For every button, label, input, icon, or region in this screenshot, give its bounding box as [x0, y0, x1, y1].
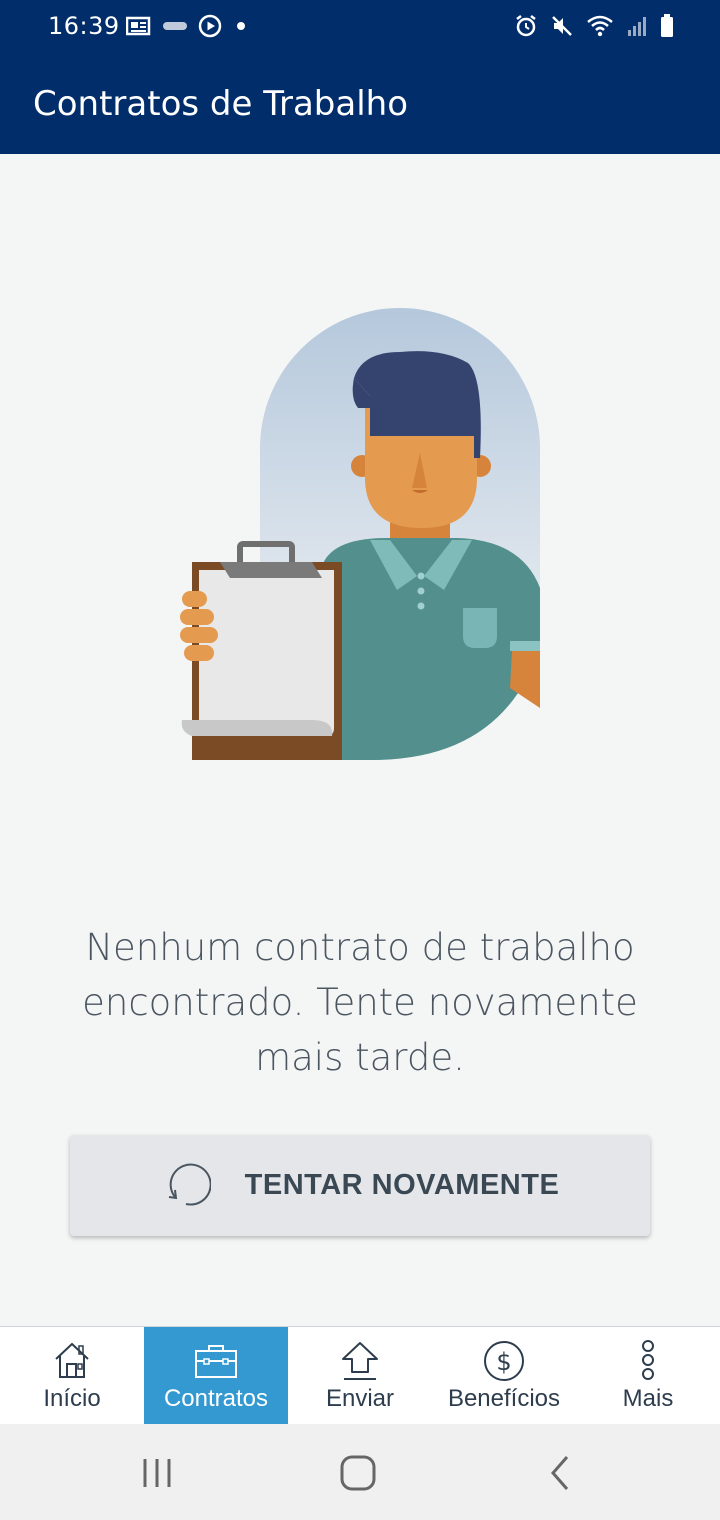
upload-arrow-icon — [338, 1339, 382, 1383]
person-with-clipboard-illustration — [180, 308, 540, 760]
nav-label: Mais — [622, 1385, 674, 1412]
status-right-icons — [514, 14, 674, 42]
signal-icon — [626, 14, 648, 42]
refresh-icon — [161, 1159, 212, 1213]
recent-apps-button[interactable] — [127, 1448, 187, 1498]
news-icon — [125, 16, 152, 40]
nav-label: Enviar — [325, 1385, 395, 1412]
play-circle-icon — [198, 14, 222, 42]
retry-button[interactable]: TENTAR NOVAMENTE — [70, 1135, 650, 1236]
retry-label: TENTAR NOVAMENTE — [244, 1169, 560, 1201]
nav-item-enviar[interactable]: Enviar — [288, 1327, 432, 1425]
more-vertical-icon — [638, 1339, 658, 1383]
home-system-button[interactable] — [328, 1448, 388, 1498]
mute-icon — [550, 14, 574, 42]
gopay-icon — [162, 18, 188, 38]
app-bar: Contratos de Trabalho — [0, 56, 720, 154]
page-title: Contratos de Trabalho — [33, 84, 408, 124]
wifi-icon — [586, 14, 614, 42]
recent-apps-icon — [143, 1459, 171, 1487]
status-bar: 16:39 — [0, 0, 720, 56]
nav-label: Início — [43, 1385, 101, 1412]
nav-item-mais[interactable]: Mais — [576, 1327, 720, 1425]
briefcase-icon — [193, 1339, 239, 1383]
status-time: 16:39 — [48, 12, 120, 40]
battery-icon — [660, 14, 674, 42]
bottom-nav: Início Contratos Enviar $ Benefícios Mai… — [0, 1326, 720, 1425]
nav-label: Contratos — [163, 1385, 269, 1412]
dot-icon — [232, 17, 250, 39]
home-circle-icon — [340, 1455, 376, 1491]
nav-item-contratos[interactable]: Contratos — [144, 1327, 288, 1425]
back-chevron-icon — [551, 1456, 569, 1490]
empty-state-message: Nenhum contrato de trabalho encontrado. … — [82, 926, 638, 1079]
dollar-circle-icon: $ — [482, 1339, 526, 1383]
nav-item-inicio[interactable]: Início — [0, 1327, 144, 1425]
svg-text:$: $ — [496, 1348, 511, 1376]
home-icon — [50, 1339, 94, 1383]
status-left-icons — [125, 14, 250, 42]
empty-state-illustration — [172, 308, 548, 768]
system-nav-bar — [0, 1424, 720, 1520]
alarm-icon — [514, 14, 538, 42]
back-button[interactable] — [530, 1448, 590, 1498]
nav-label: Benefícios — [447, 1385, 561, 1412]
nav-item-beneficios[interactable]: $ Benefícios — [432, 1327, 576, 1425]
